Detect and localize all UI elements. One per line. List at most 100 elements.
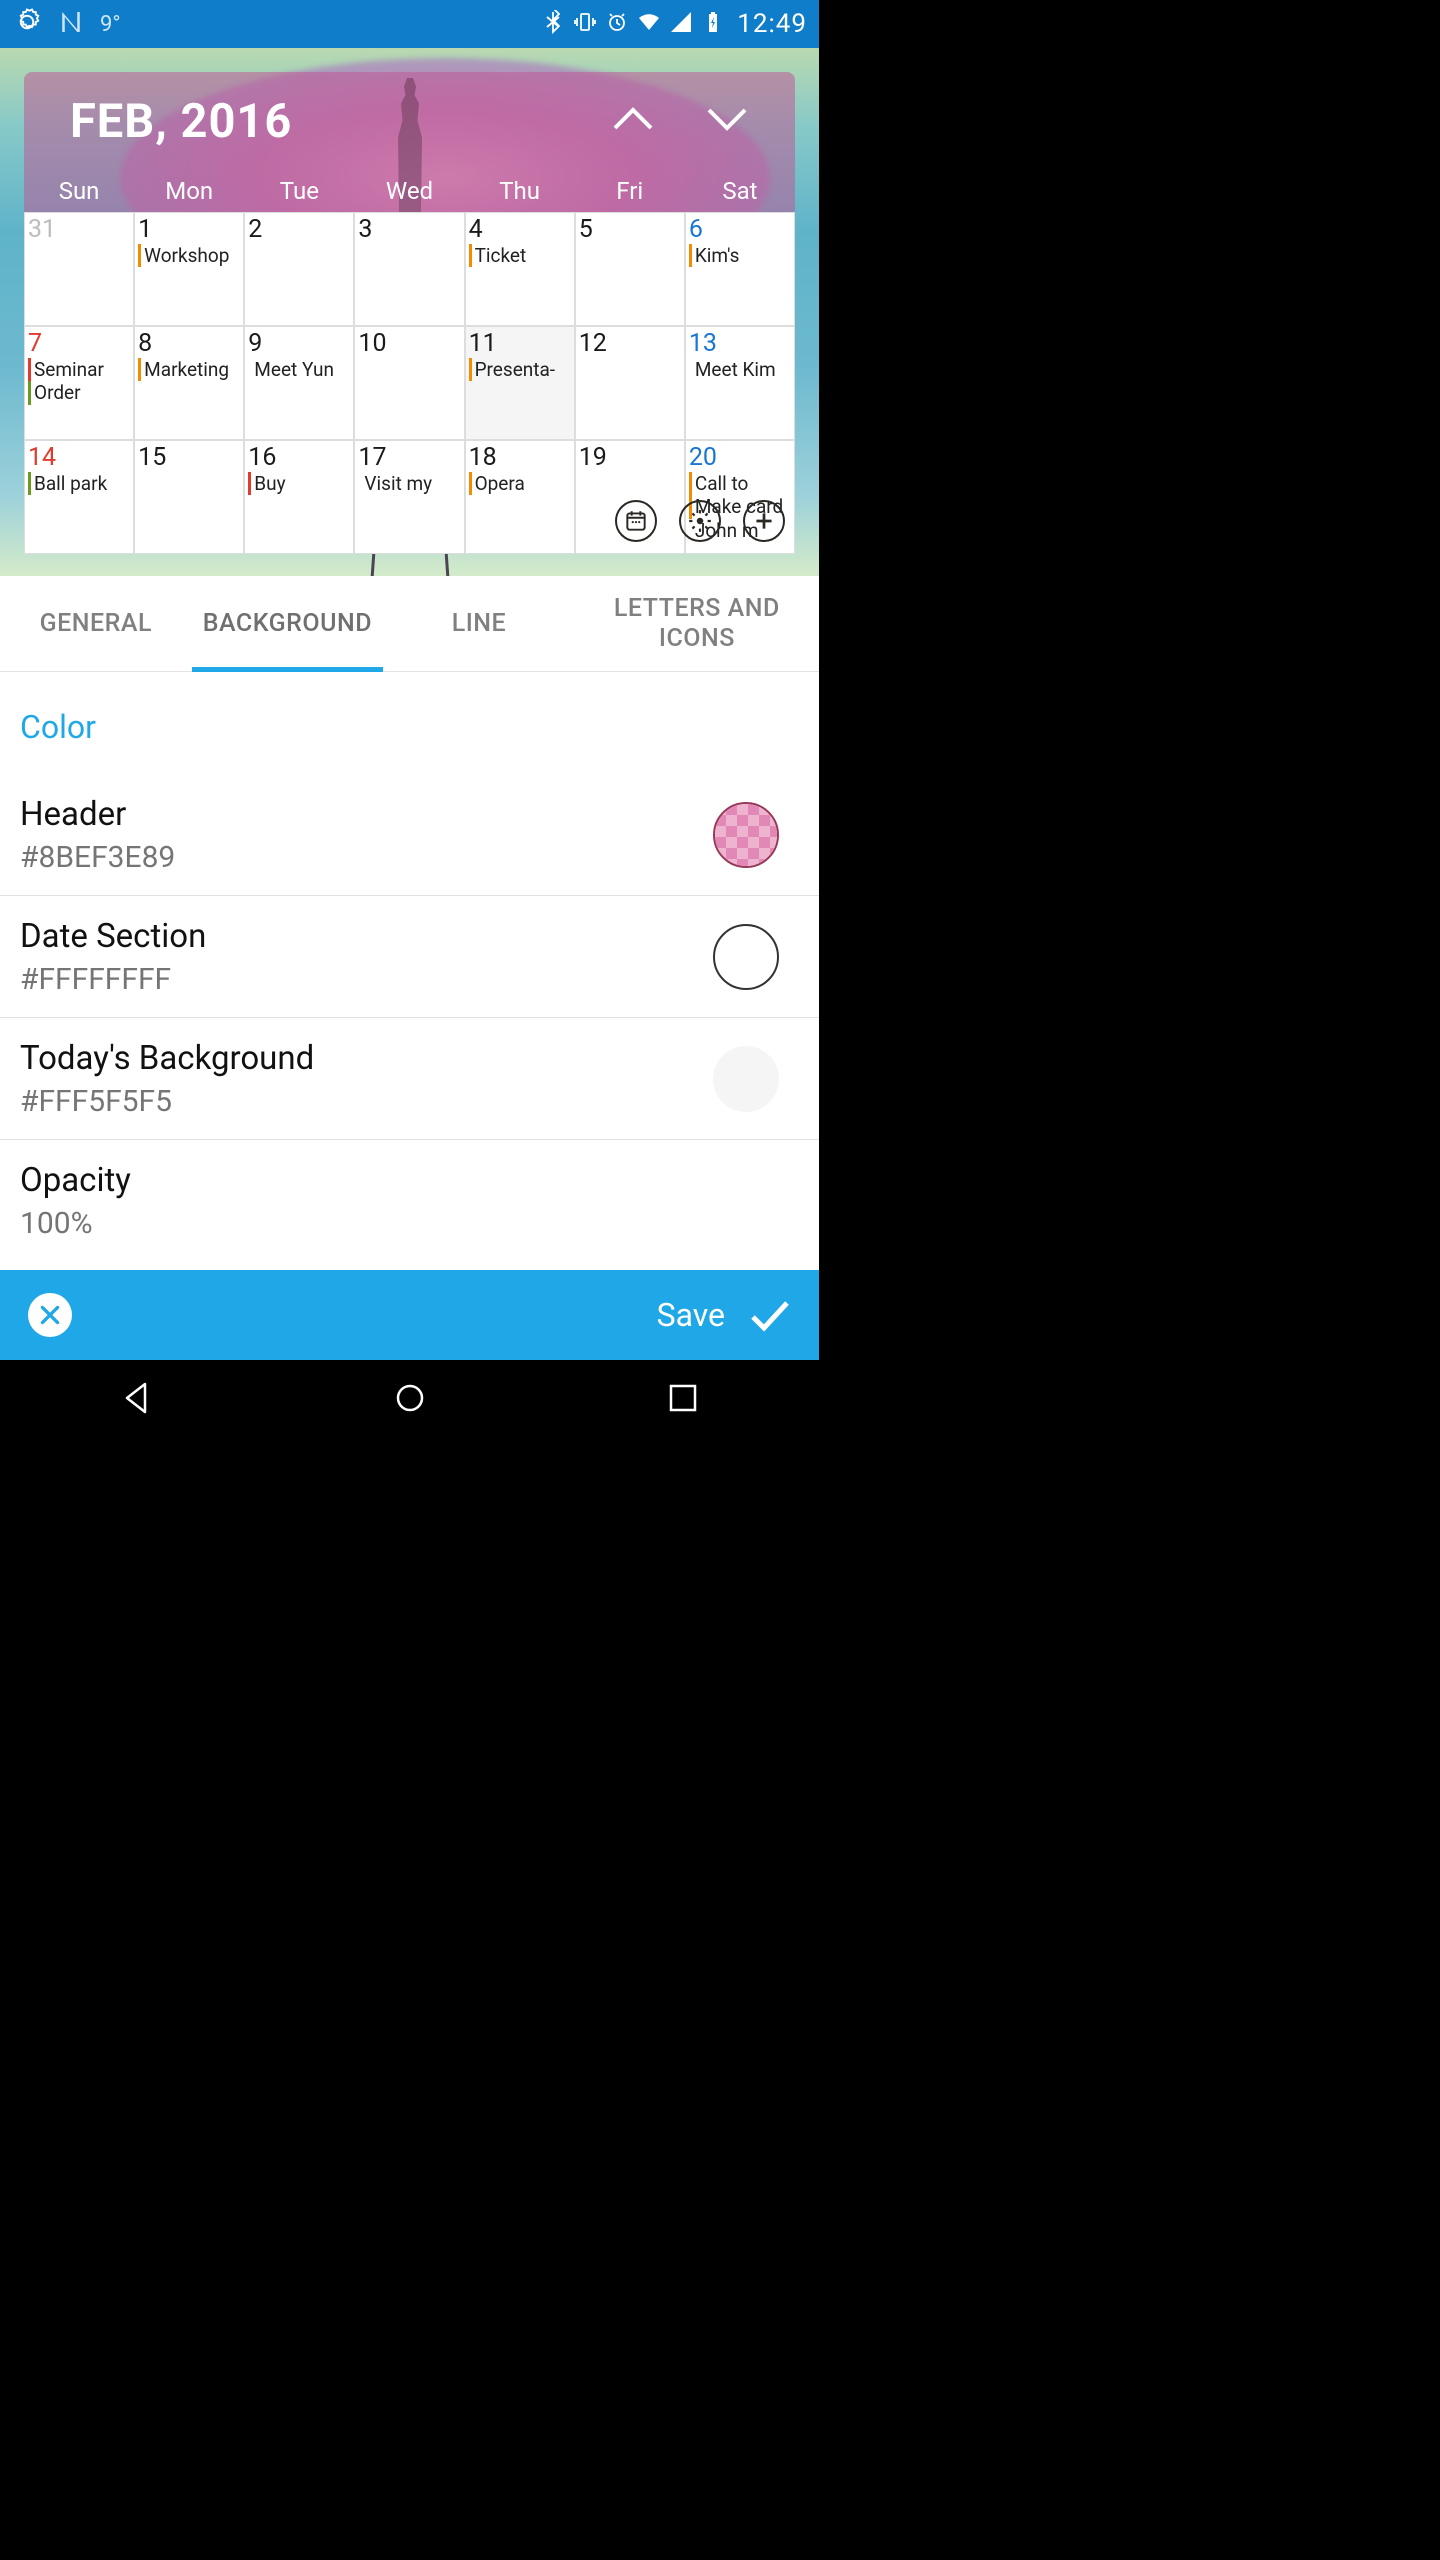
add-event-button[interactable] <box>743 500 785 542</box>
save-button[interactable]: Save <box>657 1293 791 1337</box>
calendar-cell[interactable]: 31 <box>24 212 134 326</box>
day-name: Tue <box>244 170 354 212</box>
event-item: Workshop <box>138 244 240 268</box>
day-number: 31 <box>28 216 130 244</box>
day-number: 11 <box>469 330 571 358</box>
day-header: SunMonTueWedThuFriSat <box>24 170 795 212</box>
calendar-cell[interactable]: 16Buy <box>244 440 354 554</box>
day-name: Sat <box>685 170 795 212</box>
setting-row-date-section[interactable]: Date Section #FFFFFFFF <box>0 896 819 1018</box>
temp-indicator: 9° <box>100 12 121 37</box>
calendar-cell[interactable]: 8Marketing <box>134 326 244 440</box>
day-number: 15 <box>138 444 240 472</box>
recents-button[interactable] <box>663 1378 703 1422</box>
calendar-cell[interactable]: 1Workshop <box>134 212 244 326</box>
n-logo-icon <box>56 7 86 41</box>
day-number: 9 <box>248 330 350 358</box>
tab-line[interactable]: LINE <box>383 576 575 671</box>
calendar-cell[interactable]: 7SeminarOrder <box>24 326 134 440</box>
section-title-color: Color <box>0 690 819 774</box>
calendar-cell[interactable]: 14Ball park <box>24 440 134 554</box>
setting-row-today-s-background[interactable]: Today's Background #FFF5F5F5 <box>0 1018 819 1140</box>
calendar-cell[interactable]: 18Opera <box>465 440 575 554</box>
event-item: Call to <box>689 472 791 496</box>
setting-row-header[interactable]: Header #8BEF3E89 <box>0 774 819 896</box>
home-button[interactable] <box>390 1378 430 1422</box>
cell-icon <box>669 10 693 38</box>
day-number: 18 <box>469 444 571 472</box>
calendar-cell[interactable]: 17Visit my <box>354 440 464 554</box>
alarm-icon <box>605 10 629 38</box>
event-item: Seminar <box>28 358 130 382</box>
calendar-cell[interactable]: 11Presenta- <box>465 326 575 440</box>
calendar-cell[interactable]: 3 <box>354 212 464 326</box>
prev-month-button[interactable] <box>611 104 655 138</box>
event-item: Meet Kim <box>689 358 791 382</box>
setting-value: 100% <box>20 1206 779 1241</box>
day-number: 19 <box>579 444 681 472</box>
event-item: Kim's <box>689 244 791 268</box>
event-item: Ball park <box>28 472 130 496</box>
calendar-cell[interactable]: 4Ticket <box>465 212 575 326</box>
setting-label: Today's Background <box>20 1039 713 1078</box>
calendar-cell[interactable]: 13Meet Kim <box>685 326 795 440</box>
day-number: 20 <box>689 444 791 472</box>
day-name: Fri <box>575 170 685 212</box>
day-number: 2 <box>248 216 350 244</box>
action-bar: Save <box>0 1270 819 1360</box>
day-number: 14 <box>28 444 130 472</box>
tab-bar: GENERALBACKGROUNDLINELETTERS AND ICONS <box>0 576 819 672</box>
setting-value: #FFF5F5F5 <box>20 1084 713 1119</box>
android-navbar <box>0 1360 819 1440</box>
color-swatch[interactable] <box>713 802 779 868</box>
event-item: Meet Yun <box>248 358 350 382</box>
bluetooth-icon <box>541 10 565 38</box>
setting-value: #FFFFFFFF <box>20 962 713 997</box>
day-name: Mon <box>134 170 244 212</box>
day-number: 16 <box>248 444 350 472</box>
setting-label: Date Section <box>20 917 713 956</box>
setting-label: Header <box>20 795 713 834</box>
day-number: 1 <box>138 216 240 244</box>
event-item: Ticket <box>469 244 571 268</box>
sys-badge-icon <box>12 7 42 41</box>
day-name: Sun <box>24 170 134 212</box>
setting-value: #8BEF3E89 <box>20 840 713 875</box>
status-time: 12:49 <box>737 9 807 39</box>
color-swatch[interactable] <box>713 1046 779 1112</box>
color-swatch[interactable] <box>713 924 779 990</box>
wifi-icon <box>637 10 661 38</box>
calendar-cell[interactable]: 12 <box>575 326 685 440</box>
calendar-cell[interactable]: 5 <box>575 212 685 326</box>
settings-button[interactable] <box>679 500 721 542</box>
back-button[interactable] <box>117 1378 157 1422</box>
tab-background[interactable]: BACKGROUND <box>192 576 384 671</box>
day-number: 4 <box>469 216 571 244</box>
calendar-cell[interactable]: 10 <box>354 326 464 440</box>
day-number: 6 <box>689 216 791 244</box>
event-item: Visit my <box>358 472 460 496</box>
cancel-button[interactable] <box>28 1293 72 1337</box>
calendar-cell[interactable]: 9Meet Yun <box>244 326 354 440</box>
day-name: Wed <box>354 170 464 212</box>
vibrate-icon <box>573 10 597 38</box>
today-button[interactable] <box>615 500 657 542</box>
status-bar: 9° 12:49 <box>0 0 819 48</box>
tab-general[interactable]: GENERAL <box>0 576 192 671</box>
settings-panel[interactable]: Color Header #8BEF3E89 Date Section #FFFFFF… <box>0 672 819 1270</box>
day-number: 8 <box>138 330 240 358</box>
event-item: Buy <box>248 472 350 496</box>
day-number: 3 <box>358 216 460 244</box>
calendar-cell[interactable]: 15 <box>134 440 244 554</box>
calendar-cell[interactable]: 2 <box>244 212 354 326</box>
setting-label: Opacity <box>20 1161 779 1200</box>
widget-preview: FEB, 2016 SunMonTueWedThuFriSat 311Works… <box>0 48 819 576</box>
next-month-button[interactable] <box>705 104 749 138</box>
day-number: 10 <box>358 330 460 358</box>
day-number: 5 <box>579 216 681 244</box>
event-item: Marketing <box>138 358 240 382</box>
tab-letters-and-icons[interactable]: LETTERS AND ICONS <box>575 576 819 671</box>
calendar-cell[interactable]: 6Kim's <box>685 212 795 326</box>
event-item: Opera <box>469 472 571 496</box>
setting-row-opacity[interactable]: Opacity 100% <box>0 1140 819 1262</box>
